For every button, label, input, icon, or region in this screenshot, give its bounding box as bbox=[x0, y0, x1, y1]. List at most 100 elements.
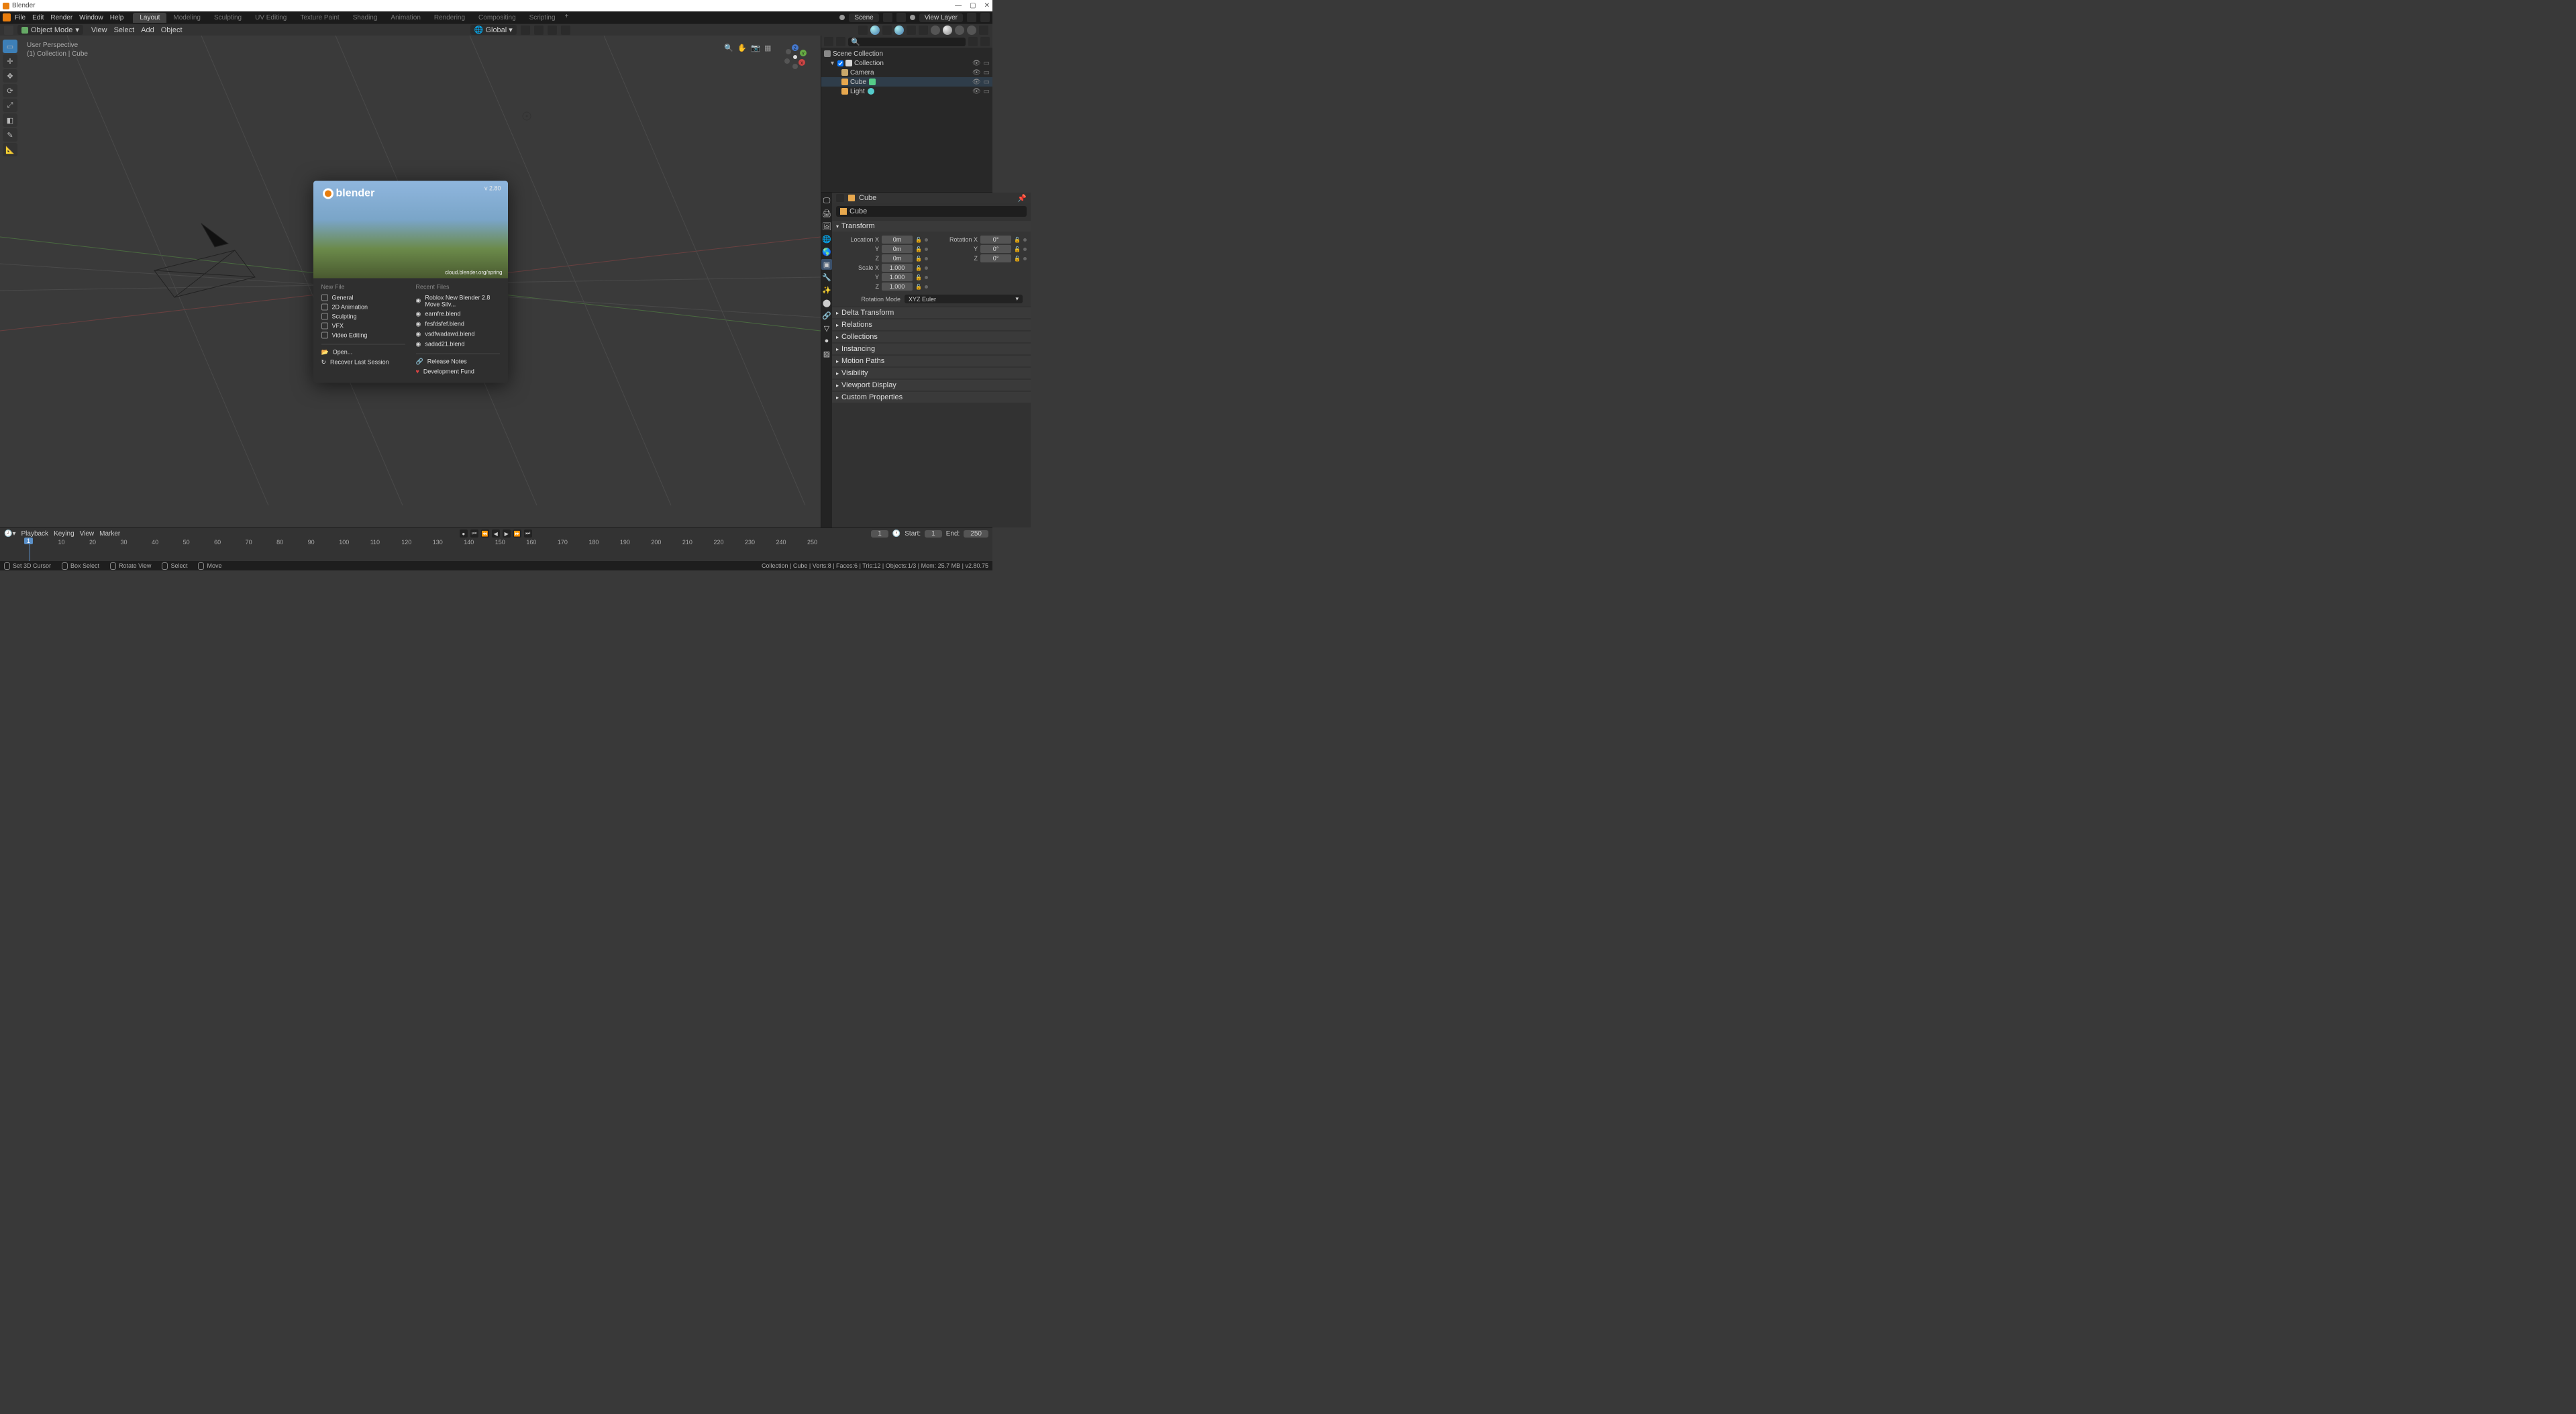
jump-prev-key-button[interactable]: ⏪ bbox=[481, 529, 489, 538]
rotation-z-input[interactable]: 0° bbox=[980, 254, 1011, 262]
shading-rendered-button[interactable] bbox=[967, 26, 976, 35]
prop-tab-viewlayer[interactable]: 🖼 bbox=[821, 221, 832, 232]
keyframe-dot[interactable] bbox=[1023, 257, 1027, 260]
visibility-eye-icon[interactable]: 👁 bbox=[972, 79, 981, 86]
timeline-menu-marker[interactable]: Marker bbox=[99, 530, 120, 538]
prop-tab-object[interactable]: ▣ bbox=[821, 259, 832, 270]
editor-type-button[interactable] bbox=[4, 26, 13, 35]
pivot-point-button[interactable] bbox=[521, 26, 530, 35]
scale-z-input[interactable]: 1.000 bbox=[882, 283, 913, 291]
keyframe-dot[interactable] bbox=[925, 248, 928, 251]
camera-view-icon[interactable]: 📷 bbox=[751, 44, 760, 53]
menu-file[interactable]: File bbox=[15, 14, 25, 21]
play-reverse-button[interactable]: ◀ bbox=[492, 529, 500, 538]
tab-uv-editing[interactable]: UV Editing bbox=[248, 13, 293, 23]
keyframe-dot[interactable] bbox=[925, 276, 928, 279]
new-scene-button[interactable] bbox=[883, 13, 892, 22]
current-frame-input[interactable]: 1 bbox=[871, 530, 888, 538]
tool-scale[interactable]: ⤢ bbox=[3, 99, 17, 112]
panel-visibility-header[interactable]: ▸Visibility bbox=[832, 368, 1031, 378]
shading-settings-button[interactable] bbox=[979, 26, 988, 35]
prop-tab-data[interactable]: ▽ bbox=[821, 323, 832, 334]
shading-lookdev-button[interactable] bbox=[955, 26, 964, 35]
prop-tab-render[interactable]: 🖵 bbox=[821, 195, 832, 206]
menu-help[interactable]: Help bbox=[110, 14, 124, 21]
keyframe-dot[interactable] bbox=[925, 257, 928, 260]
window-minimize-button[interactable]: — bbox=[955, 2, 962, 9]
location-z-input[interactable]: 0m bbox=[882, 254, 913, 262]
jump-start-button[interactable]: ⏮ bbox=[470, 529, 478, 538]
lock-icon[interactable]: 🔓 bbox=[1014, 237, 1021, 243]
lock-icon[interactable]: 🔓 bbox=[915, 274, 922, 281]
panel-instancing-header[interactable]: ▸Instancing bbox=[832, 344, 1031, 354]
keyframe-dot[interactable] bbox=[925, 285, 928, 289]
preview-range-icon[interactable]: 🕐 bbox=[892, 530, 900, 538]
scene-selector[interactable]: Scene bbox=[849, 13, 878, 22]
keyframe-dot[interactable] bbox=[925, 238, 928, 242]
gizmo-toggle-button[interactable] bbox=[870, 26, 880, 35]
prop-tab-output[interactable]: 🖨 bbox=[821, 208, 832, 219]
outliner-search-input[interactable]: 🔍 bbox=[848, 38, 966, 46]
delete-scene-button[interactable] bbox=[896, 13, 906, 22]
new-viewlayer-button[interactable] bbox=[967, 13, 976, 22]
disable-icon[interactable]: ▭ bbox=[984, 69, 990, 77]
panel-motion-paths-header[interactable]: ▸Motion Paths bbox=[832, 356, 1031, 366]
disable-icon[interactable]: ▭ bbox=[984, 79, 990, 86]
splash-recent-4[interactable]: ◉sadad21.blend bbox=[416, 339, 500, 349]
tool-measure[interactable]: 📐 bbox=[3, 143, 17, 156]
shading-solid-button[interactable] bbox=[943, 26, 952, 35]
visibility-eye-icon[interactable]: 👁 bbox=[972, 88, 981, 95]
tab-rendering[interactable]: Rendering bbox=[427, 13, 472, 23]
panel-relations-header[interactable]: ▸Relations bbox=[832, 319, 1031, 330]
splash-release-notes[interactable]: 🔗Release Notes bbox=[416, 356, 474, 366]
shading-wireframe-button[interactable] bbox=[931, 26, 940, 35]
collection-enable-checkbox[interactable] bbox=[837, 60, 843, 66]
splash-new-video[interactable]: Video Editing bbox=[321, 330, 405, 340]
keyframe-dot[interactable] bbox=[925, 266, 928, 270]
prop-tab-world[interactable]: 🌎 bbox=[821, 246, 832, 257]
overlay-settings-button[interactable] bbox=[907, 26, 916, 35]
tab-animation[interactable]: Animation bbox=[384, 13, 427, 23]
splash-recent-2[interactable]: ◉fesfdsfef.blend bbox=[416, 319, 500, 329]
location-y-input[interactable]: 0m bbox=[882, 245, 913, 253]
gizmo-settings-button[interactable] bbox=[882, 26, 892, 35]
viewlayer-selector[interactable]: View Layer bbox=[919, 13, 963, 22]
tool-move[interactable]: ✥ bbox=[3, 69, 17, 83]
navigation-gizmo[interactable]: Y X Z bbox=[782, 44, 809, 70]
panel-collections-header[interactable]: ▸Collections bbox=[832, 332, 1031, 342]
outliner-filter-button[interactable] bbox=[968, 37, 978, 46]
prop-tab-material[interactable]: ● bbox=[821, 336, 832, 346]
prop-tab-physics[interactable]: ⬤ bbox=[821, 297, 832, 308]
lock-icon[interactable]: 🔓 bbox=[915, 256, 922, 262]
visibility-eye-icon[interactable]: 👁 bbox=[972, 69, 981, 77]
tab-shading[interactable]: Shading bbox=[346, 13, 384, 23]
window-close-button[interactable]: ✕ bbox=[984, 2, 990, 9]
splash-new-sculpting[interactable]: Sculpting bbox=[321, 311, 405, 321]
3d-viewport[interactable]: User Perspective (1) Collection | Cube ▭… bbox=[0, 36, 821, 527]
xray-toggle-button[interactable] bbox=[919, 26, 928, 35]
prop-tab-modifiers[interactable]: 🔧 bbox=[821, 272, 832, 283]
zoom-icon[interactable]: 🔍 bbox=[724, 44, 733, 53]
splash-recent-0[interactable]: ◉Roblox New Blender 2.8 Move Silv... bbox=[416, 293, 500, 309]
panel-viewport-display-header[interactable]: ▸Viewport Display bbox=[832, 380, 1031, 391]
tool-select[interactable]: ▭ bbox=[3, 40, 17, 53]
viewport-menu-select[interactable]: Select bbox=[114, 26, 135, 34]
menu-edit[interactable]: Edit bbox=[32, 14, 44, 21]
splash-recent-3[interactable]: ◉vsdfwadawd.blend bbox=[416, 329, 500, 339]
object-visibility-button[interactable] bbox=[858, 26, 868, 35]
splash-recent-1[interactable]: ◉earnfre.blend bbox=[416, 309, 500, 319]
window-maximize-button[interactable]: ▢ bbox=[970, 2, 976, 9]
lock-icon[interactable]: 🔓 bbox=[915, 237, 922, 243]
prop-tab-constraints[interactable]: 🔗 bbox=[821, 310, 832, 321]
panel-delta-transform-header[interactable]: ▸Delta Transform bbox=[832, 307, 1031, 318]
disable-icon[interactable]: ▭ bbox=[984, 88, 990, 95]
pin-icon[interactable]: 📌 bbox=[1017, 194, 1027, 203]
keyframe-dot[interactable] bbox=[1023, 248, 1027, 251]
viewport-menu-view[interactable]: View bbox=[91, 26, 107, 34]
scale-y-input[interactable]: 1.000 bbox=[882, 273, 913, 281]
lock-icon[interactable]: 🔓 bbox=[915, 265, 922, 271]
outliner-display-mode-button[interactable] bbox=[836, 37, 845, 46]
timeline-menu-view[interactable]: View bbox=[80, 530, 95, 538]
tab-scripting[interactable]: Scripting bbox=[523, 13, 562, 23]
tool-rotate[interactable]: ⟳ bbox=[3, 84, 17, 97]
